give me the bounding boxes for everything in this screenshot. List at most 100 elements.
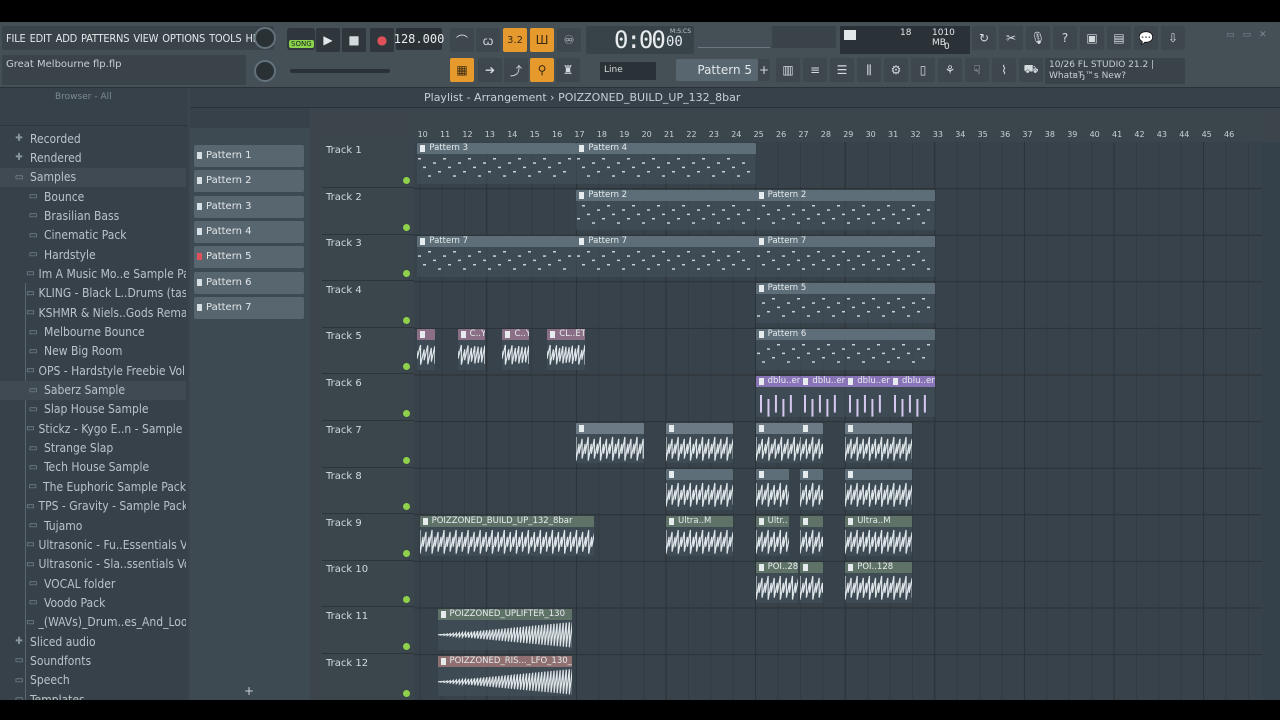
browser-item[interactable]: ▭ Tujamo [0, 516, 186, 535]
news-panel[interactable]: 10/26 FL STUDIO 21.2 | WhatвЂ™s New? [1045, 58, 1185, 84]
menu-item-add[interactable]: ADD [54, 32, 79, 45]
track-header[interactable]: Track 8 [322, 468, 414, 515]
cut-icon[interactable]: ✂ [999, 26, 1023, 50]
track-header[interactable]: Track 12 [322, 655, 414, 701]
playlist-clip[interactable] [576, 422, 644, 464]
track-mute-led[interactable] [403, 503, 410, 511]
menu-item-patterns[interactable]: PATTERNS [79, 32, 131, 45]
plugin-icon[interactable]: ⚙ [884, 58, 908, 82]
track-mute-led[interactable] [403, 596, 410, 604]
master-pitch-knob[interactable] [254, 60, 276, 82]
wait-for-input-icon[interactable]: ꞷ [476, 28, 500, 52]
playlist-clip[interactable] [666, 422, 734, 464]
pat-song-toggle[interactable]: SONG [287, 28, 315, 50]
tempo-display[interactable]: 128.000 [394, 28, 444, 50]
playlist-clip[interactable]: POIZZONED_UPLIFTER_130 [437, 609, 572, 650]
playlist-clip[interactable]: Pattern 4 [576, 143, 756, 184]
browser-item[interactable]: ▭ _(WAVs)_Drum..es_And_Loops [0, 613, 186, 632]
browser-item[interactable]: ▭ Im A Music Mo..e Sample Pack [0, 264, 186, 283]
pattern-selector[interactable]: Pattern 5 [676, 59, 758, 81]
playlist-clip[interactable]: Pattern 5 [755, 282, 935, 324]
maximize-icon[interactable]: ▭ [1243, 30, 1252, 42]
piano-roll-icon[interactable]: ⤴ [504, 58, 528, 82]
playlist-clip[interactable] [845, 422, 913, 464]
brush-icon[interactable]: ⌇ [992, 58, 1016, 82]
browser-item[interactable]: ✚ Sliced audio [0, 632, 186, 651]
browser-item[interactable]: ▭ New Big Room [0, 342, 186, 361]
playlist-window-icon[interactable]: ▦ [450, 58, 474, 82]
browser-item[interactable]: ▭ Cinematic Pack [0, 226, 186, 245]
playlist-clip[interactable] [417, 329, 436, 370]
pattern-item[interactable]: Pattern 1 [194, 145, 304, 167]
menu-item-tools[interactable]: TOOLS [207, 32, 243, 45]
playlist-clip[interactable]: CL..ET [547, 329, 586, 370]
pattern-item[interactable]: Pattern 5 [194, 246, 304, 269]
track-header[interactable]: Track 11 [322, 608, 414, 654]
track-mute-led[interactable] [403, 456, 410, 464]
browser-item[interactable]: ▭ Saberz Sample [0, 380, 186, 400]
browser-item[interactable]: ▭ Voodo Pack [0, 593, 186, 612]
track-header[interactable]: Track 5 [322, 328, 414, 375]
playlist-clip[interactable] [800, 469, 823, 510]
playlist-clip[interactable]: Pattern 2 [576, 189, 756, 231]
browser-item[interactable]: ▭ Slap House Sample [0, 400, 186, 419]
add-pattern-icon[interactable]: + [758, 59, 770, 81]
track-mute-led[interactable] [403, 223, 410, 231]
playlist-clip[interactable]: Pattern 7 [755, 236, 935, 277]
stop-button[interactable]: ■ [342, 28, 366, 52]
pattern-item[interactable]: Pattern 2 [194, 170, 304, 193]
playlist-clip[interactable]: dblu..er [890, 376, 935, 417]
browser-item[interactable]: ▭ OPS - Hardstyle Freebie Vol. 2 [0, 361, 186, 380]
play-button[interactable]: ▶ [316, 28, 340, 52]
track-header[interactable]: Track 4 [322, 282, 414, 328]
loop-record-icon[interactable]: ♾ [557, 28, 581, 52]
sequencer-icon[interactable]: ☰ [830, 58, 854, 82]
pattern-item[interactable]: Pattern 6 [194, 271, 304, 294]
channel-icon[interactable]: ≡ [803, 58, 827, 82]
channel-rack-icon[interactable]: ♜ [556, 58, 580, 82]
touch-keyboard-icon[interactable]: ☟ [965, 58, 989, 82]
export-icon[interactable]: ⇩ [1161, 26, 1185, 50]
browser-item[interactable]: ▭ The Euphoric Sample Pack [0, 477, 186, 496]
menu-item-options[interactable]: OPTIONS [160, 32, 207, 45]
playlist-clip[interactable]: Ultr.. [755, 515, 790, 557]
playlist-clip[interactable]: Pattern 7 [417, 236, 577, 277]
playlist-clip[interactable]: POIZZONED_RIS..._LFO_130_E_03 [437, 655, 572, 697]
master-slider[interactable] [290, 69, 390, 73]
playlist-clip[interactable]: dblu..er [800, 376, 846, 417]
playlist-clip[interactable]: Pattern 6 [755, 329, 935, 370]
playlist-clip[interactable]: dblu..er [755, 376, 801, 417]
track-mute-led[interactable] [403, 363, 410, 371]
track-header[interactable]: Track 10 [322, 561, 414, 608]
countdown-icon[interactable]: 3.2 [503, 28, 527, 52]
browser-item[interactable]: ✚ Rendered [0, 148, 186, 167]
browser-item[interactable]: ▭ Hardstyle [0, 245, 186, 264]
chat-icon[interactable]: 💬 [1134, 26, 1158, 50]
arrow-icon[interactable]: ➔ [478, 58, 502, 82]
track-header[interactable]: Track 6 [322, 375, 414, 421]
playlist-clip[interactable] [845, 469, 913, 510]
menu-item-file[interactable]: FILE [4, 32, 28, 45]
master-volume-knob[interactable] [254, 27, 276, 49]
track-mute-led[interactable] [403, 549, 410, 557]
playlist-clip[interactable]: Pattern 3 [417, 143, 577, 184]
browser-item[interactable]: ▭KLING - Black L..Drums (taster) [0, 284, 186, 303]
store-icon[interactable]: ⛟ [1019, 58, 1043, 82]
track-header[interactable]: Track 1 [322, 142, 414, 188]
menu-item-edit[interactable]: EDIT [28, 32, 54, 45]
horizontal-overview[interactable] [414, 110, 1262, 126]
browser-item[interactable]: ▭ Bounce [0, 187, 186, 206]
browser-item[interactable]: ▭Ultrasonic - Fu..Essentials Vol.1 [0, 535, 186, 554]
playlist-clip[interactable] [800, 562, 823, 603]
folder-icon[interactable]: ▯ [911, 58, 935, 82]
recording-filter[interactable] [772, 26, 836, 48]
pattern-item[interactable]: Pattern 3 [194, 195, 304, 218]
playlist-clip[interactable]: POI..128 [845, 562, 913, 603]
browser-item[interactable]: ▭Ultrasonic - Sla..ssentials Vol.1 [0, 555, 186, 574]
track-mute-led[interactable] [403, 410, 410, 417]
browser-item[interactable]: ▭ Strange Slap [0, 439, 186, 458]
playlist-clip[interactable]: POIZZONED_BUILD_UP_132_8bar [419, 515, 595, 557]
playlist-clip[interactable] [755, 469, 790, 510]
step-edit-icon[interactable]: Ш [530, 28, 554, 52]
faders-icon[interactable]: ⫼ [857, 58, 881, 82]
